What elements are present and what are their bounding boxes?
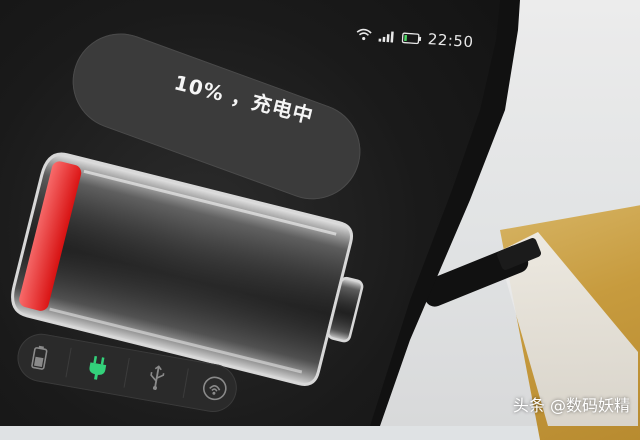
divider xyxy=(65,347,72,378)
battery-saver-icon[interactable] xyxy=(23,341,55,373)
watermark: 头条 @数码妖精 xyxy=(512,396,630,415)
plug-icon[interactable] xyxy=(82,352,114,384)
usb-icon[interactable] xyxy=(140,362,172,394)
divider xyxy=(182,368,189,399)
divider xyxy=(124,358,131,388)
wireless-charge-icon[interactable] xyxy=(199,372,231,404)
